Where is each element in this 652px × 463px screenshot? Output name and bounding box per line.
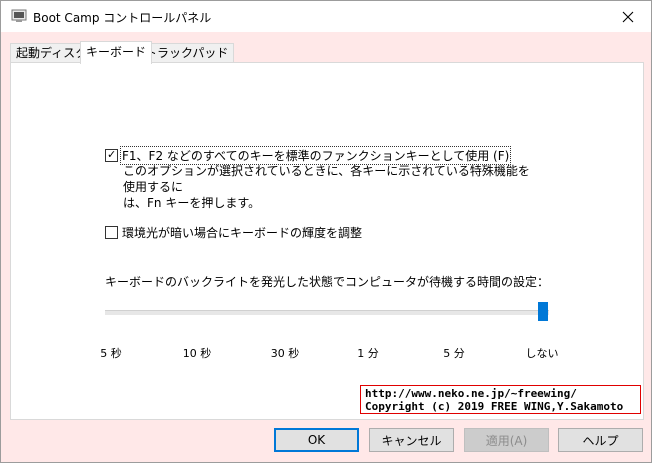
apply-button[interactable]: 適用(A) bbox=[464, 428, 549, 452]
keyboard-panel: ✓ F1、F2 などのすべてのキーを標準のファンクションキーとして使用 (F) … bbox=[10, 62, 644, 420]
fn-keys-description-line2: は、Fn キーを押します。 bbox=[123, 196, 261, 210]
close-icon bbox=[622, 11, 634, 22]
slider-tick-label: 30 秒 bbox=[270, 347, 300, 360]
slider-tick-label: 5 秒 bbox=[100, 347, 122, 360]
watermark-copyright: Copyright (c) 2019 FREE WING,Y.Sakamoto bbox=[365, 400, 624, 413]
tab-trackpad[interactable]: トラックパッド bbox=[139, 43, 235, 63]
boot-camp-window: Boot Camp コントロールパネル 起動ディスク キーボード トラックパッド… bbox=[0, 0, 652, 463]
help-button[interactable]: ヘルプ bbox=[558, 428, 643, 452]
fn-keys-description-line1: このオプションが選択されているときに、各キーに示されている特殊機能を使用するに bbox=[123, 164, 530, 194]
fn-keys-label[interactable]: F1、F2 などのすべてのキーを標準のファンクションキーとして使用 (F) bbox=[119, 146, 512, 165]
backlight-timeout-label: キーボードのバックライトを発光した状態でコンピュータが待機する時間の設定： bbox=[105, 275, 550, 289]
window-title: Boot Camp コントロールパネル bbox=[33, 11, 212, 25]
backlight-slider-thumb[interactable] bbox=[538, 302, 548, 321]
backlight-slider-track[interactable] bbox=[105, 310, 549, 315]
slider-tick-label: 1 分 bbox=[357, 347, 379, 360]
cancel-button[interactable]: キャンセル bbox=[369, 428, 454, 452]
boot-camp-app-icon bbox=[11, 9, 27, 22]
slider-tick-label: 5 分 bbox=[443, 347, 465, 360]
brightness-label[interactable]: 環境光が暗い場合にキーボードの輝度を調整 bbox=[122, 224, 362, 241]
slider-tick-label: しない bbox=[525, 347, 559, 360]
tab-keyboard[interactable]: キーボード bbox=[80, 41, 153, 64]
ok-button[interactable]: OK bbox=[274, 428, 359, 452]
close-button[interactable] bbox=[605, 1, 651, 32]
watermark-url: http://www.neko.ne.jp/~freewing/ bbox=[365, 387, 577, 400]
title-bar: Boot Camp コントロールパネル bbox=[1, 1, 651, 32]
fn-keys-description: このオプションが選択されているときに、各キーに示されている特殊機能を使用するに … bbox=[123, 163, 533, 211]
watermark-box: http://www.neko.ne.jp/~freewing/Copyrigh… bbox=[360, 385, 641, 414]
slider-tick-label: 10 秒 bbox=[182, 347, 212, 360]
brightness-checkbox[interactable] bbox=[105, 226, 118, 239]
fn-keys-checkbox[interactable]: ✓ bbox=[105, 148, 118, 162]
checkmark-icon: ✓ bbox=[107, 148, 117, 161]
